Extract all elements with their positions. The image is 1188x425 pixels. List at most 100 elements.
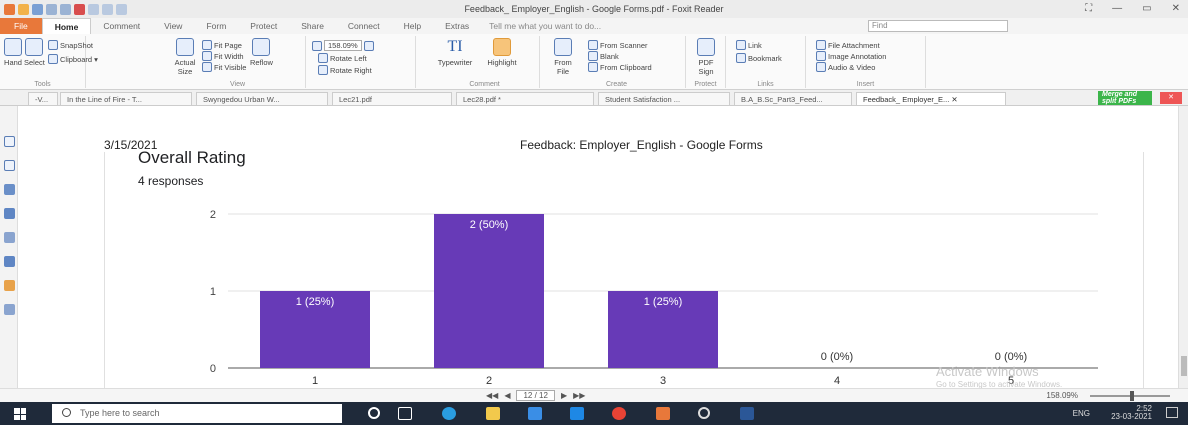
close-button[interactable]: ✕ [1172, 3, 1180, 14]
clipboard-button[interactable]: Clipboard ▾ [48, 54, 98, 64]
tray-language[interactable]: ENG [1073, 409, 1090, 418]
bookmarks-icon[interactable] [4, 160, 15, 171]
ribbon-group-rotate: 158.09% Rotate Left Rotate Right [306, 36, 416, 88]
menu-tab-protect[interactable]: Protect [238, 18, 289, 34]
zoom-level[interactable]: 158.09% [1046, 391, 1078, 400]
rotate-left-button[interactable]: Rotate Left [318, 53, 367, 63]
from-clipboard-button[interactable]: From Clipboard [588, 62, 652, 72]
word-icon[interactable] [740, 407, 754, 420]
page-navigation: ◀◀ ◀ 12 / 12 ▶ ▶▶ [486, 390, 585, 401]
y-tick-label: 1 [210, 286, 216, 298]
file-attachment-button[interactable]: File Attachment [816, 40, 880, 50]
edge-icon[interactable] [442, 407, 456, 420]
security-icon[interactable] [4, 280, 15, 291]
rotate-right-button[interactable]: Rotate Right [318, 65, 372, 75]
layers-icon[interactable] [4, 184, 15, 195]
menu-tab-share[interactable]: Share [289, 18, 336, 34]
from-scanner-button[interactable]: From Scanner [588, 40, 648, 50]
blank-button[interactable]: Blank [588, 51, 619, 61]
fullscreen-button[interactable]: ⛶ [1085, 3, 1092, 14]
find-input[interactable]: Find [868, 20, 1008, 32]
merge-split-ad[interactable]: Merge and split PDFs [1098, 91, 1152, 105]
fit-width-button[interactable]: Fit Width [202, 51, 244, 61]
link-button[interactable]: Link [736, 40, 762, 50]
audio-video-button[interactable]: Audio & Video [816, 62, 875, 72]
pdf-sign-button[interactable]: PDF Sign [692, 38, 720, 76]
ad-close-icon[interactable]: ✕ [1160, 92, 1182, 104]
tell-me-search[interactable]: Tell me what you want to do... [489, 21, 601, 31]
cortana-icon[interactable] [368, 407, 380, 419]
from-file-button[interactable]: From File [552, 38, 574, 76]
task-view-icon[interactable] [398, 407, 412, 420]
hand-icon [4, 38, 22, 56]
windows-start-icon[interactable] [14, 408, 26, 420]
file-explorer-icon[interactable] [486, 407, 500, 420]
comments-icon[interactable] [4, 208, 15, 219]
image-annotation-button[interactable]: Image Annotation [816, 51, 886, 61]
select-tool-button[interactable]: Select [24, 38, 45, 67]
windows-taskbar: Type here to search ENG 2:52 23-03-2021 [0, 402, 1188, 425]
fit-visible-button[interactable]: Fit Visible [202, 62, 246, 72]
doc-tab[interactable]: Lec28.pdf * [456, 92, 594, 105]
store-icon[interactable] [528, 407, 542, 420]
doc-tab[interactable]: -V... [28, 92, 58, 105]
zoom-select[interactable]: 158.09% [312, 40, 374, 51]
minimize-button[interactable]: — [1112, 3, 1122, 14]
data-label: 2 (50%) [470, 219, 509, 231]
document-view[interactable]: 3/15/2021 Feedback: Employer_English - G… [18, 106, 1178, 400]
clock[interactable]: 2:52 23-03-2021 [1111, 405, 1152, 421]
menu-tab-view[interactable]: View [152, 18, 194, 34]
prev-page-icon[interactable]: ◀ [504, 391, 510, 400]
fit-page-button[interactable]: Fit Page [202, 40, 242, 50]
zoom-slider-knob[interactable] [1130, 391, 1134, 401]
menu-tab-connect[interactable]: Connect [336, 18, 392, 34]
hand-tool-button[interactable]: Hand [4, 38, 22, 67]
notification-icon[interactable] [1166, 407, 1178, 418]
mail-icon[interactable] [570, 407, 584, 420]
menu-tab-home[interactable]: Home [41, 18, 92, 34]
fill-sign-icon[interactable] [4, 304, 15, 315]
actual-size-button[interactable]: Actual Size [172, 38, 198, 76]
doc-tab[interactable]: Student Satisfaction ... [598, 92, 730, 105]
menu-tab-form[interactable]: Form [194, 18, 238, 34]
menu-tab-comment[interactable]: Comment [91, 18, 152, 34]
menu-tab-extras[interactable]: Extras [433, 18, 481, 34]
zoom-in-icon [363, 40, 374, 51]
first-page-icon[interactable]: ◀◀ [486, 391, 498, 400]
doc-tab[interactable]: Lec21.pdf [332, 92, 452, 105]
ribbon-group-label: Tools [34, 81, 51, 88]
doc-tab-active[interactable]: Feedback_ Employer_E... ✕ [856, 92, 1006, 105]
foxit-taskbar-icon[interactable] [656, 407, 670, 420]
page-number-input[interactable]: 12 / 12 [516, 390, 555, 401]
taskbar-search-input[interactable]: Type here to search [52, 404, 342, 423]
data-label: 0 (0%) [821, 351, 853, 363]
last-page-icon[interactable]: ▶▶ [573, 391, 585, 400]
maximize-button[interactable]: ▭ [1142, 3, 1151, 14]
next-page-icon[interactable]: ▶ [561, 391, 567, 400]
vertical-scrollbar[interactable] [1178, 106, 1188, 400]
pages-icon[interactable] [4, 136, 15, 147]
reflow-button[interactable]: Reflow [250, 38, 273, 67]
scrollbar-thumb[interactable] [1181, 356, 1187, 376]
system-tray[interactable]: ENG [1073, 409, 1090, 418]
settings-gear-icon[interactable] [698, 407, 710, 419]
zoom-slider[interactable] [1090, 391, 1170, 401]
snapshot-button[interactable]: SnapShot [48, 40, 93, 50]
close-tab-icon[interactable]: ✕ [951, 95, 957, 104]
menu-tab-help[interactable]: Help [392, 18, 433, 34]
highlight-button[interactable]: Highlight [482, 38, 522, 67]
doc-tab[interactable]: Swyngedou Urban W... [196, 92, 328, 105]
chrome-icon[interactable] [612, 407, 626, 420]
fit-visible-icon [202, 62, 212, 72]
doc-tab[interactable]: In the Line of Fire - T... [60, 92, 192, 105]
rotate-left-icon [318, 53, 328, 63]
menu-tab-file[interactable]: File [0, 18, 42, 34]
clipboard-icon [588, 62, 598, 72]
attachments-icon[interactable] [4, 232, 15, 243]
typewriter-button[interactable]: TI Typewriter [432, 38, 478, 67]
fit-page-icon [202, 40, 212, 50]
fit-width-icon [202, 51, 212, 61]
signatures-icon[interactable] [4, 256, 15, 267]
doc-tab[interactable]: B.A_B.Sc_Part3_Feed... [734, 92, 852, 105]
bookmark-button[interactable]: Bookmark [736, 53, 782, 63]
